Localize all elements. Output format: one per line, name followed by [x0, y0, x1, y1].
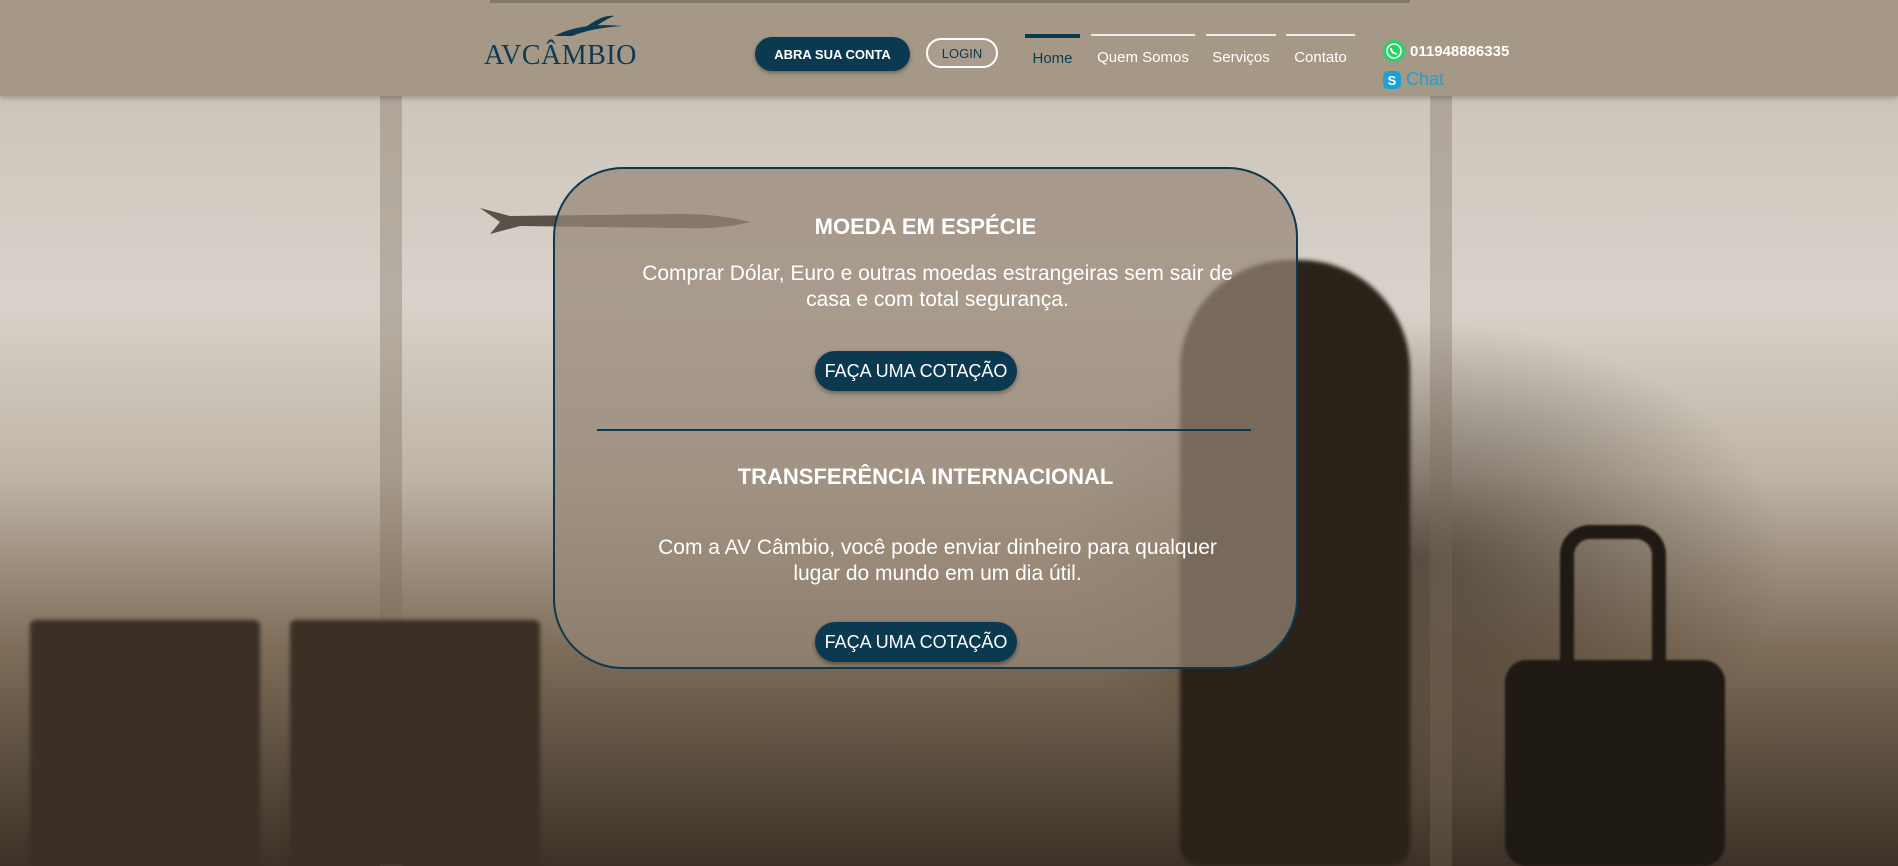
- skype-icon: S: [1383, 70, 1401, 89]
- nav-home[interactable]: Home: [1025, 34, 1080, 74]
- nav-contato[interactable]: Contato: [1286, 34, 1355, 72]
- whatsapp-contact[interactable]: 011948886335: [1382, 39, 1509, 63]
- whatsapp-icon: [1383, 40, 1405, 62]
- main-nav: Home Quem Somos Serviços Contato: [1025, 34, 1355, 70]
- quote-button-transferencia[interactable]: FAÇA UMA COTAÇÃO: [815, 622, 1017, 662]
- chat-label: Chat: [1406, 69, 1445, 89]
- services-card: MOEDA EM ESPÉCIE Comprar Dólar, Euro e o…: [553, 167, 1298, 669]
- header-top-line: [490, 0, 1410, 3]
- suitcase-silhouette: [1505, 660, 1725, 866]
- section-divider: [597, 429, 1251, 431]
- login-button[interactable]: LOGIN: [926, 38, 998, 68]
- window-frame: [1430, 95, 1452, 866]
- section-text-transferencia: Com a AV Câmbio, você pode enviar dinhei…: [658, 536, 1217, 585]
- phone-number: 011948886335: [1410, 42, 1510, 60]
- section-title-transferencia: TRANSFERÊNCIA INTERNACIONAL: [737, 464, 1114, 489]
- section-text-especie: Comprar Dólar, Euro e outras moedas estr…: [642, 262, 1233, 311]
- open-account-button[interactable]: ABRA SUA CONTA: [755, 37, 910, 71]
- nav-servicos[interactable]: Serviços: [1206, 34, 1276, 72]
- waiting-seat: [290, 620, 540, 866]
- site-header: AVCÂMBIO ABRA SUA CONTA LOGIN Home Quem …: [0, 0, 1898, 96]
- logo-text: AVCÂMBIO: [484, 40, 637, 71]
- skype-chat-link[interactable]: S Chat: [1382, 69, 1444, 90]
- waiting-seat: [30, 620, 260, 866]
- section-title-especie: MOEDA EM ESPÉCIE: [814, 214, 1037, 239]
- brand-logo[interactable]: AVCÂMBIO: [484, 14, 637, 74]
- nav-quem-somos[interactable]: Quem Somos: [1091, 34, 1195, 72]
- quote-button-especie[interactable]: FAÇA UMA COTAÇÃO: [815, 351, 1017, 391]
- svg-text:S: S: [1388, 73, 1397, 88]
